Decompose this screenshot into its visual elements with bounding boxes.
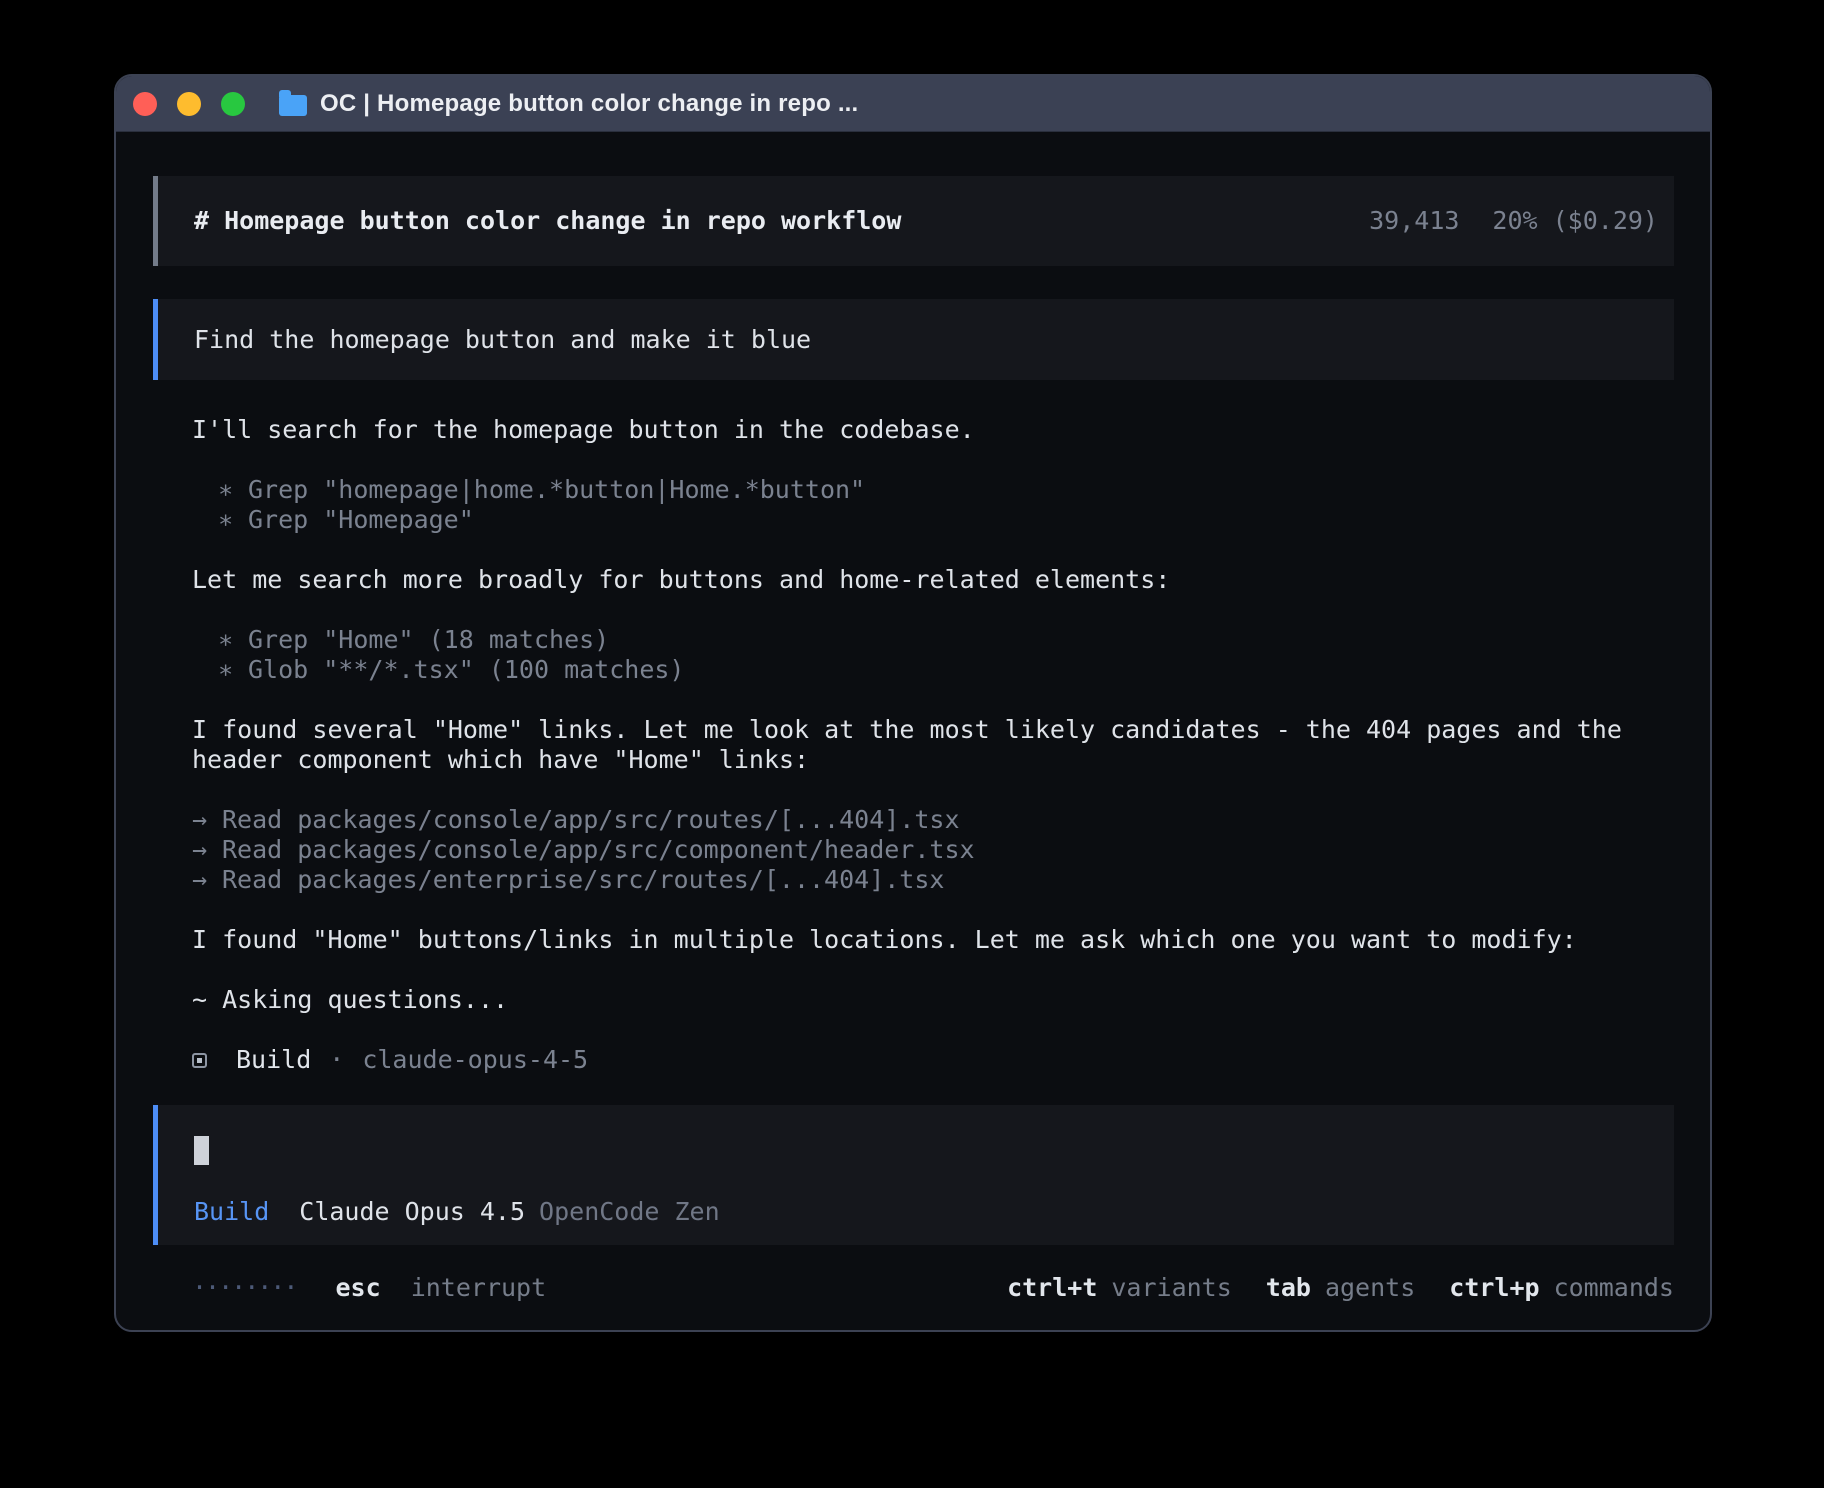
agent-badge-icon: [192, 1053, 207, 1068]
keybind-commands: ctrl+p commands: [1449, 1273, 1674, 1303]
conversation: I'll search for the homepage button in t…: [153, 415, 1674, 1105]
asking-questions-status: ~ Asking questions...: [192, 985, 1674, 1015]
window-title: OC | Homepage button color change in rep…: [320, 90, 858, 118]
agent-status-line: Build · claude-opus-4-5: [192, 1045, 1674, 1075]
minimize-button[interactable]: [177, 92, 201, 116]
input-model-label: Claude Opus 4.5: [299, 1197, 525, 1227]
assistant-text: Let me search more broadly for buttons a…: [192, 565, 1674, 595]
assistant-text: I found several "Home" links. Let me loo…: [192, 715, 1674, 775]
footer-right: ctrl+t variants tab agents ctrl+p comman…: [1007, 1273, 1674, 1303]
agent-model: claude-opus-4-5: [362, 1045, 588, 1075]
tool-call-grep: ∗Grep "Homepage": [192, 505, 1674, 535]
tool-call-text: Grep "Homepage": [248, 505, 474, 534]
context-cost: 20% ($0.29): [1492, 206, 1658, 236]
terminal-body: # Homepage button color change in repo w…: [116, 132, 1710, 1330]
footer-left: ········ esc interrupt: [192, 1273, 546, 1303]
commands-label: commands: [1554, 1273, 1674, 1303]
agent-name: Build: [236, 1045, 311, 1075]
tool-call-text: Glob "**/*.tsx" (100 matches): [248, 655, 685, 684]
tool-bullet-icon: ∗: [218, 625, 248, 655]
esc-key-hint: esc: [335, 1273, 380, 1302]
tool-bullet-icon: ∗: [218, 505, 248, 535]
read-arrow-icon: →: [192, 835, 222, 865]
folder-icon: [279, 95, 307, 116]
tool-call-read: →Read packages/console/app/src/component…: [192, 835, 1674, 865]
tool-call-grep: ∗Grep "homepage|home.*button|Home.*butto…: [192, 475, 1674, 505]
session-title: # Homepage button color change in repo w…: [194, 206, 1369, 236]
tool-call-grep: ∗Grep "Home" (18 matches): [192, 625, 1674, 655]
assistant-text: I'll search for the homepage button in t…: [192, 415, 1674, 445]
token-count: 39,413: [1369, 206, 1459, 236]
tool-call-text: Read packages/enterprise/src/routes/[...…: [222, 865, 944, 894]
user-message: Find the homepage button and make it blu…: [153, 299, 1674, 380]
model-selector-row: Build Claude Opus 4.5 OpenCode Zen: [194, 1197, 1674, 1227]
tool-call-text: Read packages/console/app/src/component/…: [222, 835, 975, 864]
tool-bullet-icon: ∗: [218, 655, 248, 685]
zoom-button[interactable]: [221, 92, 245, 116]
ctrl-p-key-hint: ctrl+p: [1449, 1273, 1539, 1303]
input-provider-label: OpenCode Zen: [539, 1197, 720, 1227]
close-button[interactable]: [133, 92, 157, 116]
tool-bullet-icon: ∗: [218, 475, 248, 505]
read-arrow-icon: →: [192, 865, 222, 895]
text-cursor: [194, 1136, 209, 1165]
input-agent-label: Build: [194, 1197, 269, 1227]
tool-call-glob: ∗Glob "**/*.tsx" (100 matches): [192, 655, 1674, 685]
tool-call-text: Grep "homepage|home.*button|Home.*button…: [248, 475, 865, 504]
traffic-lights: [133, 92, 245, 116]
ctrl-t-key-hint: ctrl+t: [1007, 1273, 1097, 1303]
user-message-text: Find the homepage button and make it blu…: [194, 325, 811, 355]
agent-separator: ·: [329, 1045, 344, 1075]
read-arrow-icon: →: [192, 805, 222, 835]
terminal-window: OC | Homepage button color change in rep…: [114, 74, 1712, 1332]
tab-key-hint: tab: [1266, 1273, 1311, 1303]
session-stats: 39,413 20% ($0.29): [1369, 206, 1658, 236]
prompt-input[interactable]: Build Claude Opus 4.5 OpenCode Zen: [153, 1105, 1674, 1245]
tool-call-text: Read packages/console/app/src/routes/[..…: [222, 805, 960, 834]
status-footer: ········ esc interrupt ctrl+t variants t…: [153, 1273, 1674, 1303]
spinner-dots-icon: ········: [192, 1273, 296, 1302]
tool-call-read: →Read packages/console/app/src/routes/[.…: [192, 805, 1674, 835]
keybind-agents: tab agents: [1266, 1273, 1415, 1303]
variants-label: variants: [1111, 1273, 1231, 1303]
assistant-text: I found "Home" buttons/links in multiple…: [192, 925, 1674, 955]
tool-call-text: Grep "Home" (18 matches): [248, 625, 609, 654]
window-titlebar: OC | Homepage button color change in rep…: [116, 76, 1710, 132]
interrupt-label: interrupt: [411, 1273, 546, 1302]
agents-label: agents: [1325, 1273, 1415, 1303]
keybind-variants: ctrl+t variants: [1007, 1273, 1232, 1303]
session-header: # Homepage button color change in repo w…: [153, 176, 1674, 266]
tool-call-read: →Read packages/enterprise/src/routes/[..…: [192, 865, 1674, 895]
